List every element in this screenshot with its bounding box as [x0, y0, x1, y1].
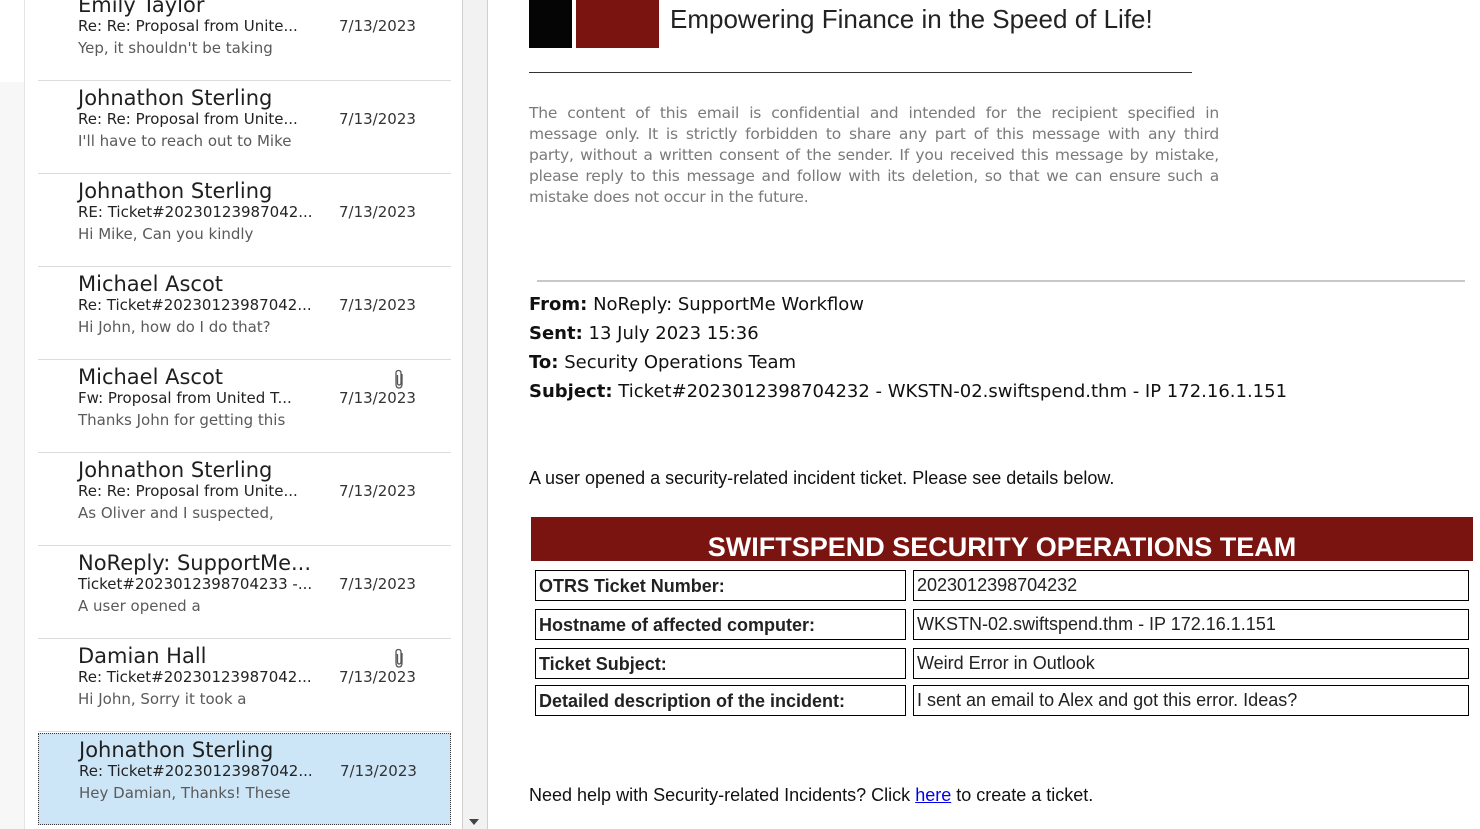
mail-preview: Hi Mike, Can you kindly	[78, 225, 254, 243]
mail-date: 7/13/2023	[339, 389, 416, 407]
forward-header-divider	[537, 280, 1465, 282]
header-subject: Subject: Ticket#2023012398704232 - WKSTN…	[529, 381, 1287, 402]
company-logo-red-block	[576, 0, 659, 48]
mail-preview: A user opened a	[78, 597, 201, 615]
ticket-row-value: I sent an email to Alex and got this err…	[913, 685, 1469, 716]
ticket-row-number: OTRS Ticket Number: 2023012398704232	[535, 570, 1471, 603]
ticket-row-value: Weird Error in Outlook	[913, 648, 1469, 679]
header-to-value: Security Operations Team	[564, 352, 797, 373]
list-item[interactable]: NoReply: SupportMe... Ticket#202301239870…	[38, 547, 451, 639]
reading-pane: Empowering Finance in the Speed of Life!…	[497, 0, 1480, 829]
mail-subject: Re: Ticket#20230123987042...	[78, 668, 312, 686]
mail-sender: Johnathon Sterling	[78, 179, 273, 203]
ticket-row-subject: Ticket Subject: Weird Error in Outlook	[535, 648, 1471, 681]
message-list-scrollbar[interactable]	[462, 0, 488, 829]
mail-sender: NoReply: SupportMe...	[78, 551, 312, 575]
list-item[interactable]: Emily Taylor Re: Re: Proposal from Unite.…	[38, 0, 451, 81]
help-footer: Need help with Security-related Incident…	[529, 785, 1093, 806]
help-suffix: to create a ticket.	[951, 785, 1094, 805]
header-sent: Sent: 13 July 2023 15:36	[529, 323, 759, 344]
mail-date: 7/13/2023	[340, 762, 417, 780]
list-item[interactable]: Johnathon Sterling Re: Re: Proposal from …	[38, 82, 451, 174]
mail-preview: As Oliver and I suspected,	[78, 504, 274, 522]
company-logo-black-block	[529, 0, 572, 48]
list-item[interactable]: Johnathon Sterling RE: Ticket#20230123987…	[38, 175, 451, 267]
mail-date: 7/13/2023	[339, 482, 416, 500]
header-from-value: NoReply: SupportMe Workflow	[593, 294, 865, 315]
email-intro-text: A user opened a security-related inciden…	[529, 468, 1115, 488]
ticket-row-value: WKSTN-02.swiftspend.thm - IP 172.16.1.15…	[913, 609, 1469, 640]
header-to-label: To:	[529, 352, 559, 373]
mail-preview: Hi John, how do I do that?	[78, 318, 271, 336]
mail-date: 7/13/2023	[339, 575, 416, 593]
list-item[interactable]: Damian Hall Re: Ticket#20230123987042... 7…	[38, 640, 451, 732]
chevron-down-icon[interactable]	[465, 814, 483, 829]
paperclip-icon	[395, 648, 403, 668]
header-to: To: Security Operations Team	[529, 352, 796, 373]
ticket-row-label: OTRS Ticket Number:	[535, 570, 906, 601]
mail-date: 7/13/2023	[339, 203, 416, 221]
list-item[interactable]: Johnathon Sterling Re: Re: Proposal from …	[38, 454, 451, 546]
message-list[interactable]: Emily Taylor Re: Re: Proposal from Unite.…	[25, 0, 462, 829]
mail-sender: Johnathon Sterling	[78, 458, 273, 482]
paperclip-icon	[395, 369, 403, 389]
mail-sender: Johnathon Sterling	[79, 738, 274, 762]
mail-subject: Re: Re: Proposal from Unite...	[78, 110, 298, 128]
mail-subject: Re: Ticket#20230123987042...	[78, 296, 312, 314]
header-sent-value: 13 July 2023 15:36	[588, 323, 759, 344]
signature-tagline: Empowering Finance in the Speed of Life!	[670, 4, 1153, 34]
mail-preview: Hey Damian, Thanks! These	[79, 784, 291, 802]
navigation-gutter	[0, 0, 25, 829]
ticket-table-title: SWIFTSPEND SECURITY OPERATIONS TEAM	[531, 517, 1473, 561]
confidentiality-disclaimer: The content of this email is confidentia…	[529, 104, 1219, 206]
create-ticket-link[interactable]: here	[915, 785, 951, 805]
signature-divider	[529, 72, 1192, 73]
mail-preview: Yep, it shouldn't be taking	[78, 39, 273, 57]
ticket-row-label: Detailed description of the incident:	[535, 685, 906, 716]
mail-sender: Damian Hall	[78, 644, 207, 668]
list-item[interactable]: Johnathon Sterling Re: Ticket#20230123987…	[38, 733, 451, 825]
mail-date: 7/13/2023	[339, 110, 416, 128]
mail-sender: Michael Ascot	[78, 272, 224, 296]
mail-preview: Thanks John for getting this	[78, 411, 286, 429]
ticket-row-label: Ticket Subject:	[535, 648, 906, 679]
mail-subject: Re: Re: Proposal from Unite...	[78, 17, 298, 35]
list-item[interactable]: Michael Ascot Re: Ticket#20230123987042..…	[38, 268, 451, 360]
mail-sender: Michael Ascot	[78, 365, 224, 389]
ticket-row-description: Detailed description of the incident: I …	[535, 685, 1471, 718]
ticket-row-value: 2023012398704232	[913, 570, 1469, 601]
ticket-row-hostname: Hostname of affected computer: WKSTN-02.…	[535, 609, 1471, 642]
mail-subject: Re: Re: Proposal from Unite...	[78, 482, 298, 500]
list-item[interactable]: Michael Ascot Fw: Proposal from United T.…	[38, 361, 451, 453]
mail-subject: RE: Ticket#20230123987042...	[78, 203, 313, 221]
mail-subject: Ticket#2023012398704233 -...	[78, 575, 313, 593]
mail-date: 7/13/2023	[339, 17, 416, 35]
ticket-row-label: Hostname of affected computer:	[535, 609, 906, 640]
header-subject-label: Subject:	[529, 381, 613, 402]
header-subject-value: Ticket#2023012398704232 - WKSTN-02.swift…	[618, 381, 1288, 402]
navigation-gutter-top	[0, 0, 24, 82]
help-prefix: Need help with Security-related Incident…	[529, 785, 916, 805]
mail-date: 7/13/2023	[339, 668, 416, 686]
mail-date: 7/13/2023	[339, 296, 416, 314]
mail-subject: Re: Ticket#20230123987042...	[79, 762, 313, 780]
mail-subject: Fw: Proposal from United T...	[78, 389, 292, 407]
mail-sender: Johnathon Sterling	[78, 86, 273, 110]
header-sent-label: Sent:	[529, 323, 583, 344]
mail-preview: I'll have to reach out to Mike	[78, 132, 292, 150]
mail-preview: Hi John, Sorry it took a	[78, 690, 247, 708]
mail-sender: Emily Taylor	[78, 0, 205, 17]
header-from-label: From:	[529, 294, 588, 315]
header-from: From: NoReply: SupportMe Workflow	[529, 294, 864, 315]
